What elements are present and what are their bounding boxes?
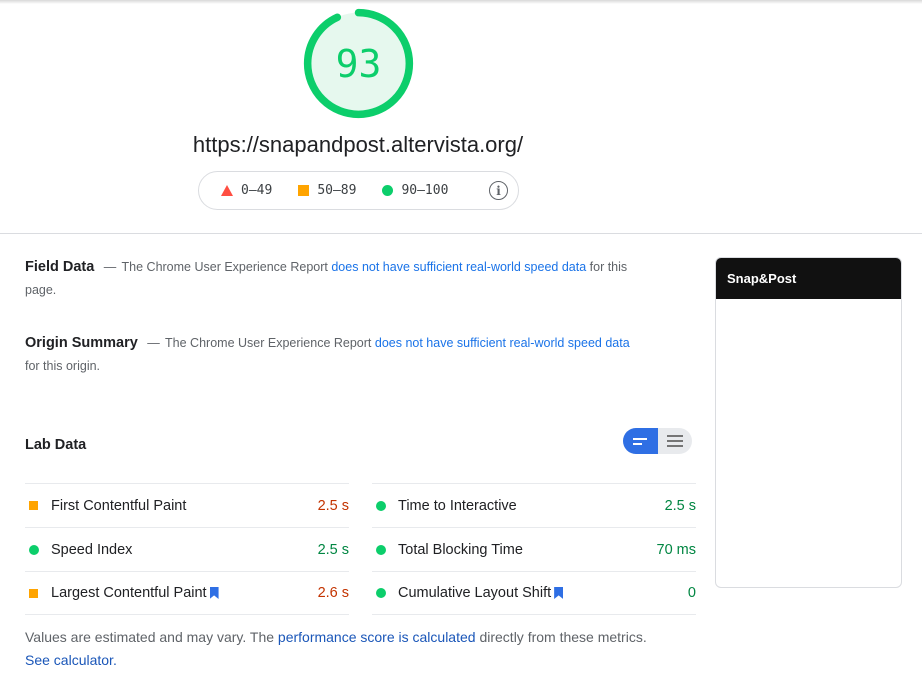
metric-label: Total Blocking Time: [398, 541, 523, 558]
legend-average: 50–89: [298, 183, 356, 198]
metric-value: 2.5 s: [664, 497, 696, 514]
bookmark-icon: [209, 587, 219, 599]
field-data-text: The Chrome User Experience Report: [121, 260, 328, 274]
legend-fail-label: 0–49: [241, 183, 273, 198]
metrics-view-toggle[interactable]: [623, 428, 692, 454]
metrics-footnote: Values are estimated and may vary. The p…: [25, 626, 665, 672]
metric-label: Largest Contentful Paint: [51, 585, 207, 601]
legend-pass-label: 90–100: [401, 183, 449, 198]
see-calculator-link[interactable]: See calculator.: [25, 652, 117, 668]
circle-icon: [382, 185, 394, 196]
origin-summary-text: The Chrome User Experience Report: [165, 336, 372, 350]
metric-indicator: [25, 501, 51, 510]
lab-data-title: Lab Data: [25, 437, 87, 453]
metric-name: Speed Index: [51, 542, 318, 558]
legend-pass: 90–100: [382, 183, 448, 198]
score-legend: 0–49 50–89 90–100 i: [198, 171, 519, 210]
score-calculated-link[interactable]: performance score is calculated: [278, 629, 476, 645]
page-url: https://snapandpost.altervista.org/: [192, 132, 524, 157]
average-square-icon: [29, 588, 38, 598]
expanded-view-icon[interactable]: [658, 428, 693, 454]
metric-value: 2.6 s: [317, 585, 349, 601]
score-value: 93: [335, 41, 382, 86]
legend-fail: 0–49: [221, 183, 272, 198]
metric-label: Time to Interactive: [398, 497, 517, 514]
square-icon: [298, 185, 310, 196]
metric-row: First Contentful Paint 2.5 s: [25, 483, 349, 527]
toggle-line: [666, 435, 683, 437]
metric-value: 70 ms: [656, 541, 697, 558]
metric-label: Cumulative Layout Shift: [398, 585, 552, 601]
metric-indicator: [372, 500, 398, 511]
toggle-line: [666, 440, 683, 442]
origin-summary-text-after: for this origin.: [25, 359, 101, 373]
footnote-text: Values are estimated and may vary. The: [25, 629, 275, 645]
field-data-link[interactable]: does not have sufficient real-world spee…: [331, 260, 586, 274]
metric-indicator: [25, 588, 51, 598]
metric-indicator: [25, 544, 51, 555]
metric-name: Total Blocking Time: [398, 542, 657, 558]
triangle-icon: [221, 185, 233, 196]
bookmark-icon: [554, 587, 564, 599]
average-square-icon: [29, 501, 38, 510]
metric-row: Total Blocking Time 70 ms: [372, 527, 696, 571]
origin-summary-section: Origin Summary — The Chrome User Experie…: [25, 332, 635, 378]
metric-row: Cumulative Layout Shift 0: [372, 571, 696, 615]
metric-name: Time to Interactive: [398, 498, 665, 514]
metric-row: Speed Index 2.5 s: [25, 527, 349, 571]
pass-circle-icon: [376, 544, 386, 555]
metric-value: 0: [687, 585, 696, 601]
metrics-column-right: Time to Interactive 2.5 s Total Blocking…: [372, 483, 696, 615]
metric-indicator: [372, 588, 398, 598]
page-screenshot-thumbnail[interactable]: Snap&Post: [715, 257, 902, 588]
thumbnail-header: Snap&Post: [716, 258, 901, 299]
toggle-line: [633, 442, 643, 445]
metrics-column-left: First Contentful Paint 2.5 s Speed Index…: [25, 483, 349, 615]
origin-summary-dash: —: [147, 336, 160, 350]
field-data-title: Field Data: [25, 259, 95, 275]
metric-row: Time to Interactive 2.5 s: [372, 483, 696, 527]
pass-circle-icon: [376, 588, 386, 598]
header-divider: [0, 233, 922, 234]
pass-circle-icon: [376, 500, 386, 511]
info-icon[interactable]: i: [489, 181, 508, 200]
metric-label: Speed Index: [51, 541, 133, 558]
metric-name: First Contentful Paint: [51, 498, 318, 514]
metric-value: 2.5 s: [317, 497, 349, 514]
legend-average-label: 50–89: [317, 183, 357, 198]
field-data-dash: —: [103, 260, 117, 274]
metric-indicator: [372, 544, 398, 555]
field-data-section: Field Data — The Chrome User Experience …: [25, 256, 635, 302]
metric-row: Largest Contentful Paint 2.6 s: [25, 571, 349, 615]
metric-name: Cumulative Layout Shift: [398, 585, 688, 601]
metric-label: First Contentful Paint: [51, 497, 187, 514]
top-shadow: [0, 0, 922, 4]
compact-view-icon[interactable]: [623, 428, 658, 454]
toggle-line: [633, 437, 648, 440]
origin-summary-link[interactable]: does not have sufficient real-world spee…: [375, 336, 630, 350]
toggle-line: [666, 445, 683, 447]
performance-score-gauge: 93: [302, 7, 415, 120]
pass-circle-icon: [29, 544, 39, 555]
footnote-text-middle: directly from these metrics.: [479, 629, 647, 645]
metric-value: 2.5 s: [317, 541, 349, 558]
metric-name: Largest Contentful Paint: [51, 585, 318, 601]
origin-summary-title: Origin Summary: [25, 335, 138, 351]
